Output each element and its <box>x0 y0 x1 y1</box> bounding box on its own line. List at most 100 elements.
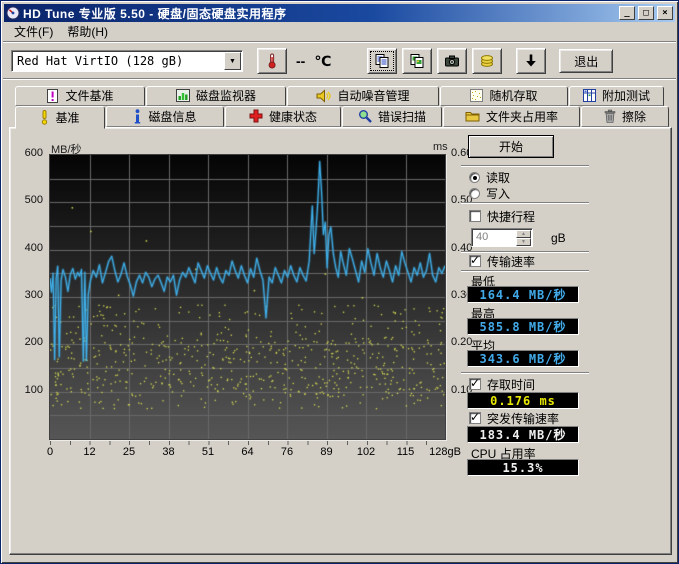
tab-label: 健康状态 <box>269 108 317 125</box>
magnifier-icon <box>358 109 372 123</box>
radio-icon[interactable] <box>469 172 480 183</box>
menu-bar: 文件(F) 帮助(H) <box>3 22 676 42</box>
tab-row-primary: 基准 磁盘信息 健康状态 错误扫描 文件夹占用率 擦除 <box>15 106 669 127</box>
y-right-axis-title: ms <box>433 141 448 153</box>
transfer-rate-label: 传输速率 <box>487 253 535 270</box>
tab-label: 自动噪音管理 <box>337 87 409 104</box>
tab-folder-usage[interactable]: 文件夹占用率 <box>443 106 580 127</box>
folder-icon <box>465 110 480 122</box>
x-tick: 76 <box>281 446 293 458</box>
x-tick: 0 <box>47 446 53 458</box>
short-stroke-checkbox[interactable]: 快捷行程 <box>469 209 535 223</box>
random-access-icon <box>470 89 483 102</box>
checkbox-icon[interactable] <box>469 210 481 222</box>
tab-benchmark[interactable]: 基准 <box>15 106 105 129</box>
x-tick: 51 <box>202 446 214 458</box>
tab-disk-info[interactable]: 磁盘信息 <box>106 106 224 127</box>
temperature-value: -- <box>296 53 305 69</box>
y-left-tick: 500 <box>25 194 43 206</box>
copy-text-icon <box>374 53 390 69</box>
menu-file[interactable]: 文件(F) <box>7 21 60 42</box>
title-bar: HD Tune 专业版 5.50 - 硬盘/固态硬盘实用程序 _ □ × <box>4 4 675 22</box>
tab-row-secondary: 文件基准 磁盘监视器 自动噪音管理 随机存取 附加测试 <box>15 86 664 106</box>
y-axis-left-labels: 600500400300200100 <box>9 154 46 440</box>
access-time-display: 0.176 ms <box>467 392 579 409</box>
tab-label: 基准 <box>55 109 79 126</box>
coins-icon <box>479 53 495 69</box>
menu-help[interactable]: 帮助(H) <box>60 21 115 42</box>
x-axis-labels: 012253851647689102115128gB <box>50 446 446 460</box>
read-radio[interactable]: 读取 <box>469 170 510 184</box>
exit-button[interactable]: 退出 <box>559 49 613 73</box>
screenshot-button[interactable] <box>437 48 467 74</box>
tab-disk-monitor[interactable]: 磁盘监视器 <box>146 86 286 106</box>
thermometer-icon <box>265 53 279 69</box>
tab-erase[interactable]: 擦除 <box>581 106 669 127</box>
app-icon <box>6 6 20 20</box>
tab-label: 文件夹占用率 <box>486 108 558 125</box>
short-stroke-unit: gB <box>551 231 566 245</box>
y-left-tick: 200 <box>25 336 43 348</box>
extra-tests-icon <box>583 89 596 102</box>
camera-icon <box>444 53 460 69</box>
tab-error-scan[interactable]: 错误扫描 <box>342 106 442 127</box>
x-tick: 128gB <box>429 446 461 458</box>
maximize-button[interactable]: □ <box>638 6 654 20</box>
spinner-buttons[interactable]: ▲▼ <box>516 230 531 245</box>
tab-label: 错误扫描 <box>378 108 426 125</box>
y-left-tick: 600 <box>25 147 43 159</box>
radio-icon[interactable] <box>469 188 480 199</box>
read-radio-label: 读取 <box>486 169 510 186</box>
copy-image-button[interactable] <box>402 48 432 74</box>
copy-text-button[interactable] <box>367 48 397 74</box>
x-axis-ticks <box>50 441 446 445</box>
checkbox-icon[interactable] <box>469 378 481 390</box>
burst-rate-checkbox[interactable]: 突发传输速率 <box>469 411 559 425</box>
tab-file-benchmark[interactable]: 文件基准 <box>15 86 145 106</box>
health-cross-icon <box>249 109 263 123</box>
write-radio[interactable]: 写入 <box>469 186 510 200</box>
transfer-rate-checkbox[interactable]: 传输速率 <box>469 254 535 268</box>
x-tick: 25 <box>123 446 135 458</box>
access-time-label: 存取时间 <box>487 376 535 393</box>
save-results-button[interactable] <box>516 48 546 74</box>
tab-label: 磁盘监视器 <box>196 87 256 104</box>
app-window: HD Tune 专业版 5.50 - 硬盘/固态硬盘实用程序 _ □ × 文件(… <box>0 0 679 564</box>
minimize-button[interactable]: _ <box>619 6 635 20</box>
trash-icon <box>604 109 616 123</box>
short-stroke-label: 快捷行程 <box>487 208 535 225</box>
exclamation-icon <box>40 110 49 125</box>
x-tick: 89 <box>320 446 332 458</box>
temperature-unit: ℃ <box>314 53 331 70</box>
window-title: HD Tune 专业版 5.50 - 硬盘/固态硬盘实用程序 <box>23 5 616 22</box>
x-tick: 102 <box>357 446 375 458</box>
close-button[interactable]: × <box>657 6 673 20</box>
tab-extra-tests[interactable]: 附加测试 <box>569 86 664 106</box>
x-tick: 12 <box>83 446 95 458</box>
x-tick: 115 <box>397 446 415 458</box>
coins-button[interactable] <box>472 48 502 74</box>
chevron-down-icon[interactable]: ▼ <box>224 52 241 70</box>
tab-label: 磁盘信息 <box>148 108 196 125</box>
access-time-checkbox[interactable]: 存取时间 <box>469 377 535 391</box>
start-button[interactable]: 开始 <box>468 135 554 158</box>
drive-select[interactable]: Red Hat VirtIO (128 gB) ▼ <box>11 50 243 72</box>
temperature-button[interactable] <box>257 48 287 74</box>
y-left-tick: 300 <box>25 289 43 301</box>
tab-aam[interactable]: 自动噪音管理 <box>287 86 439 106</box>
benchmark-plot <box>49 154 446 440</box>
spin-down-icon: ▼ <box>516 238 531 246</box>
tab-health[interactable]: 健康状态 <box>225 106 341 127</box>
x-tick: 64 <box>241 446 253 458</box>
y-left-tick: 100 <box>25 384 43 396</box>
checkbox-icon[interactable] <box>469 412 481 424</box>
checkbox-icon[interactable] <box>469 255 481 267</box>
short-stroke-spinner[interactable]: 40 ▲▼ <box>471 228 533 247</box>
tab-control: 文件基准 磁盘监视器 自动噪音管理 随机存取 附加测试 基准 <box>9 81 672 555</box>
benchmark-chart <box>50 155 445 439</box>
x-tick: 38 <box>162 446 174 458</box>
tab-random-access[interactable]: 随机存取 <box>440 86 568 106</box>
speaker-icon <box>316 89 331 103</box>
avg-value-display: 343.6 MB/秒 <box>467 350 579 367</box>
max-value-display: 585.8 MB/秒 <box>467 318 579 335</box>
